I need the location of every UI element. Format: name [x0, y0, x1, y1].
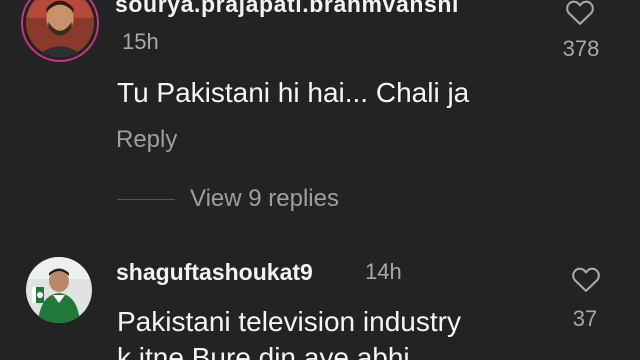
replies-divider [117, 199, 175, 200]
comment-timestamp: 14h [365, 259, 402, 284]
like-count: 37 [572, 306, 598, 331]
profile-photo-child [26, 257, 92, 323]
comment-timestamp: 15h [122, 29, 159, 54]
comment-text: Tu Pakistani hi hai... Chali ja [117, 77, 470, 108]
heart-outline-icon[interactable] [565, 0, 595, 26]
comment-username[interactable]: sourya.prajapati.brahmvanshi [115, 0, 459, 18]
avatar[interactable] [21, 0, 99, 62]
comment-text: Pakistani television industry [117, 306, 461, 337]
heart-outline-icon[interactable] [571, 265, 601, 293]
profile-photo-man [26, 0, 94, 57]
comment-text-continued: k itne Bure din aye abhi [117, 342, 410, 360]
comments-screen: sourya.prajapati.brahmvanshi 15h Tu Paki… [0, 0, 640, 360]
reply-button[interactable]: Reply [116, 126, 177, 154]
comment-username[interactable]: shaguftashoukat9 [116, 259, 313, 286]
like-count: 378 [562, 36, 600, 61]
avatar[interactable] [26, 257, 92, 323]
view-replies-button[interactable]: View 9 replies [190, 185, 339, 213]
